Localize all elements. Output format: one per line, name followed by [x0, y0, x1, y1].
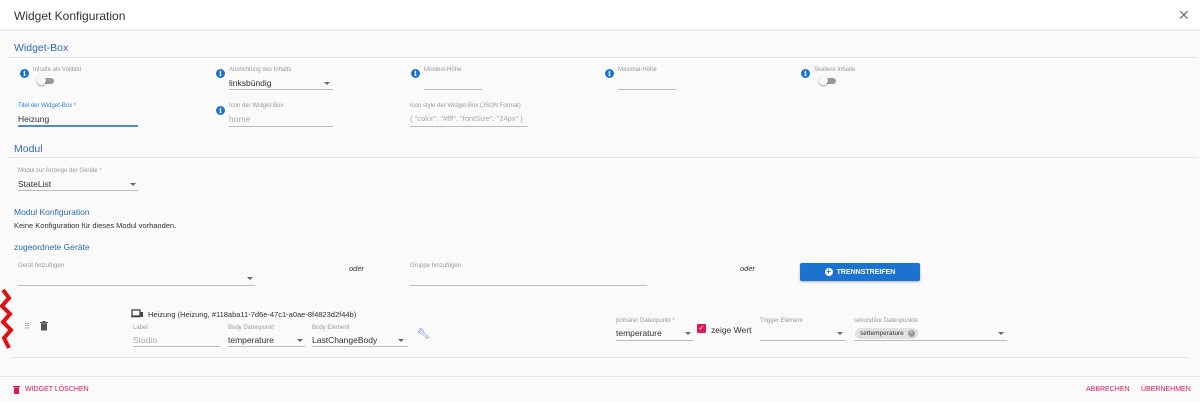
icon-input[interactable]: home [229, 114, 250, 124]
delete-widget-button[interactable]: WIDGET LÖSCHEN [25, 386, 89, 393]
info-icon[interactable]: i [216, 69, 225, 78]
add-device-label: Gerät hinzufügen [18, 263, 65, 269]
chevron-down-icon [324, 82, 330, 85]
chevron-down-icon [130, 183, 136, 186]
devices-heading: zugeordnete Geräte [14, 242, 90, 252]
underline [18, 125, 138, 127]
module-label: Modul zur Anzeige der Geräte * [18, 168, 102, 174]
underline [18, 190, 138, 191]
icon-style-label: Icon style der Widget-Box (JSON Format) [410, 103, 521, 109]
label-label: Label [133, 325, 148, 331]
chevron-down-icon [837, 332, 843, 335]
divider [8, 57, 1198, 58]
chip-settemperature[interactable]: settemperature × [855, 328, 918, 339]
drag-handle-icon[interactable]: ⠿ [24, 322, 30, 331]
show-value-label: zeige Wert [711, 325, 752, 335]
button-label: TRENNSTREIFEN [836, 268, 896, 276]
add-group-input[interactable] [410, 285, 647, 286]
module-config-text: Keine Konfiguration für dieses Modul vor… [14, 221, 177, 230]
divider [12, 357, 1188, 358]
cancel-button[interactable]: ABBRECHEN [1086, 386, 1130, 393]
add-group-label: Gruppe hinzufügen [410, 263, 462, 269]
title-input[interactable]: Heizung [18, 114, 49, 124]
primary-datapoint-select[interactable]: temperature [616, 328, 662, 338]
dialog-title: Widget Konfiguration [14, 9, 126, 23]
underline [228, 346, 305, 347]
divider [0, 376, 1200, 377]
chevron-down-icon [297, 339, 303, 342]
secondary-datapoints-label: sekundäre Datenpunkte [854, 318, 918, 324]
title-label: Titel der Widget-Box * [18, 103, 77, 109]
section-widget-box: Widget-Box [14, 42, 69, 54]
trash-icon [13, 386, 20, 394]
or-text: oder [740, 264, 756, 273]
icon-style-input[interactable]: { "color": "#fff", "fontSize": "24px" } [410, 114, 523, 123]
or-text: oder [349, 264, 365, 273]
underline [18, 285, 255, 286]
section-modul: Modul [14, 143, 43, 155]
info-icon[interactable]: i [801, 69, 810, 78]
scale-label: Skaliere Inhalte [814, 67, 856, 73]
underline [410, 126, 528, 127]
chevron-down-icon [998, 332, 1004, 335]
underline [133, 346, 220, 347]
underline [616, 340, 693, 341]
chip-label: settemperature [860, 330, 904, 337]
info-icon[interactable]: i [20, 69, 29, 78]
close-icon[interactable]: ✕ [1178, 7, 1190, 24]
max-height-input[interactable] [618, 78, 676, 88]
body-datapoint-select[interactable]: temperature [228, 335, 274, 345]
max-height-label: Maximal-Höhe [618, 67, 657, 73]
underline [760, 340, 846, 341]
scale-toggle[interactable] [819, 76, 836, 85]
device-name: Heizung (Heizung, #118aba11-7d6e-47c1-a0… [148, 310, 357, 319]
secondary-datapoints-select[interactable] [854, 340, 1007, 341]
underline [618, 89, 676, 90]
add-device-select[interactable] [18, 272, 255, 284]
close-circle-icon[interactable]: × [907, 330, 915, 337]
underline [229, 126, 333, 127]
show-value-checkbox[interactable]: ✓ [697, 324, 706, 333]
primary-datapoint-label: primärer Datenpunkt * [616, 318, 675, 324]
min-height-input[interactable] [424, 78, 482, 88]
trash-icon[interactable] [40, 321, 48, 331]
module-select[interactable]: StateList [18, 179, 51, 189]
icon-label: Icon der Widget-Box [229, 103, 284, 109]
underline [312, 346, 408, 347]
body-element-select[interactable]: LastChangeBody [312, 335, 377, 345]
body-element-label: Body Element [312, 325, 350, 331]
red-scribble [0, 288, 14, 349]
devices-icon [131, 309, 143, 318]
plus-circle-icon: + [824, 267, 833, 276]
min-height-label: Mindest-Höhe [424, 67, 462, 73]
info-icon[interactable]: i [216, 106, 225, 115]
apply-button[interactable]: ÜBERNEHMEN [1141, 386, 1191, 393]
alignment-select[interactable]: linksbündig [229, 78, 272, 88]
info-icon[interactable]: i [605, 69, 614, 78]
fullscreen-toggle[interactable] [37, 76, 54, 85]
info-icon[interactable]: i [411, 69, 420, 78]
dialog-header [0, 0, 1200, 31]
underline [229, 89, 333, 90]
chevron-down-icon [685, 332, 691, 335]
module-config-heading: Modul Konfiguration [14, 207, 90, 217]
trigger-element-label: Trigger Element [760, 318, 803, 324]
alignment-label: Ausrichtung des Inhalts [229, 67, 292, 73]
wrench-icon[interactable]: 🔧︎ [417, 329, 430, 340]
chevron-down-icon [247, 277, 253, 280]
underline [424, 89, 482, 90]
divider [8, 157, 1198, 158]
body-datapoint-label: Body Datenpunkt [228, 325, 275, 331]
chevron-down-icon [398, 339, 404, 342]
label-input[interactable]: Studio [133, 335, 157, 345]
fullscreen-label: Inhalte als Vollbild [33, 67, 82, 73]
add-separator-button[interactable]: + TRENNSTREIFEN [800, 263, 920, 281]
